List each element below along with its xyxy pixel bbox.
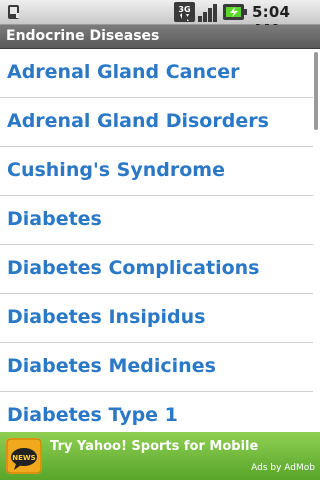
- notification-icon[interactable]: [7, 4, 21, 20]
- list-scrollbar[interactable]: [314, 52, 318, 130]
- news-icon: NEWS: [6, 438, 42, 474]
- list-item-label: Adrenal Gland Cancer: [7, 61, 240, 83]
- network-3g-icon: 3G: [174, 2, 195, 22]
- ad-text[interactable]: Try Yahoo! Sports for Mobile: [50, 439, 258, 454]
- title-bar: Endocrine Diseases: [0, 25, 320, 49]
- list-item-label: Diabetes Complications: [7, 257, 260, 279]
- battery-charging-icon: [223, 4, 247, 20]
- status-bar: 3G 5:04 AM: [0, 0, 320, 39]
- disease-list[interactable]: Adrenal Gland Cancer Adrenal Gland Disor…: [0, 49, 313, 432]
- app-screen: 3G 5:04 AM Endocrine Diseases Adrenal Gl…: [0, 0, 320, 480]
- list-item[interactable]: Diabetes Complications: [0, 245, 313, 294]
- page-title: Endocrine Diseases: [6, 28, 160, 44]
- list-item-label: Diabetes Type 1: [7, 404, 178, 426]
- list-item[interactable]: Adrenal Gland Disorders: [0, 98, 313, 147]
- list-item[interactable]: Diabetes Insipidus: [0, 294, 313, 343]
- list-item[interactable]: Diabetes: [0, 196, 313, 245]
- list-item-label: Diabetes Insipidus: [7, 306, 206, 328]
- list-item-label: Cushing's Syndrome: [7, 159, 225, 181]
- list-item-label: Adrenal Gland Disorders: [7, 110, 269, 132]
- signal-strength-icon: [198, 4, 217, 22]
- list-item[interactable]: Cushing's Syndrome: [0, 147, 313, 196]
- ad-attribution: Ads by AdMob: [251, 463, 315, 473]
- list-item[interactable]: Diabetes Type 1: [0, 392, 313, 432]
- news-icon-label: NEWS: [12, 454, 35, 462]
- list-item[interactable]: Diabetes Medicines: [0, 343, 313, 392]
- network-label: 3G: [178, 5, 190, 14]
- list-item[interactable]: Adrenal Gland Cancer: [0, 49, 313, 98]
- list-item-label: Diabetes: [7, 208, 102, 230]
- ad-banner[interactable]: NEWS Try Yahoo! Sports for Mobile Ads by…: [0, 432, 320, 480]
- list-item-label: Diabetes Medicines: [7, 355, 216, 377]
